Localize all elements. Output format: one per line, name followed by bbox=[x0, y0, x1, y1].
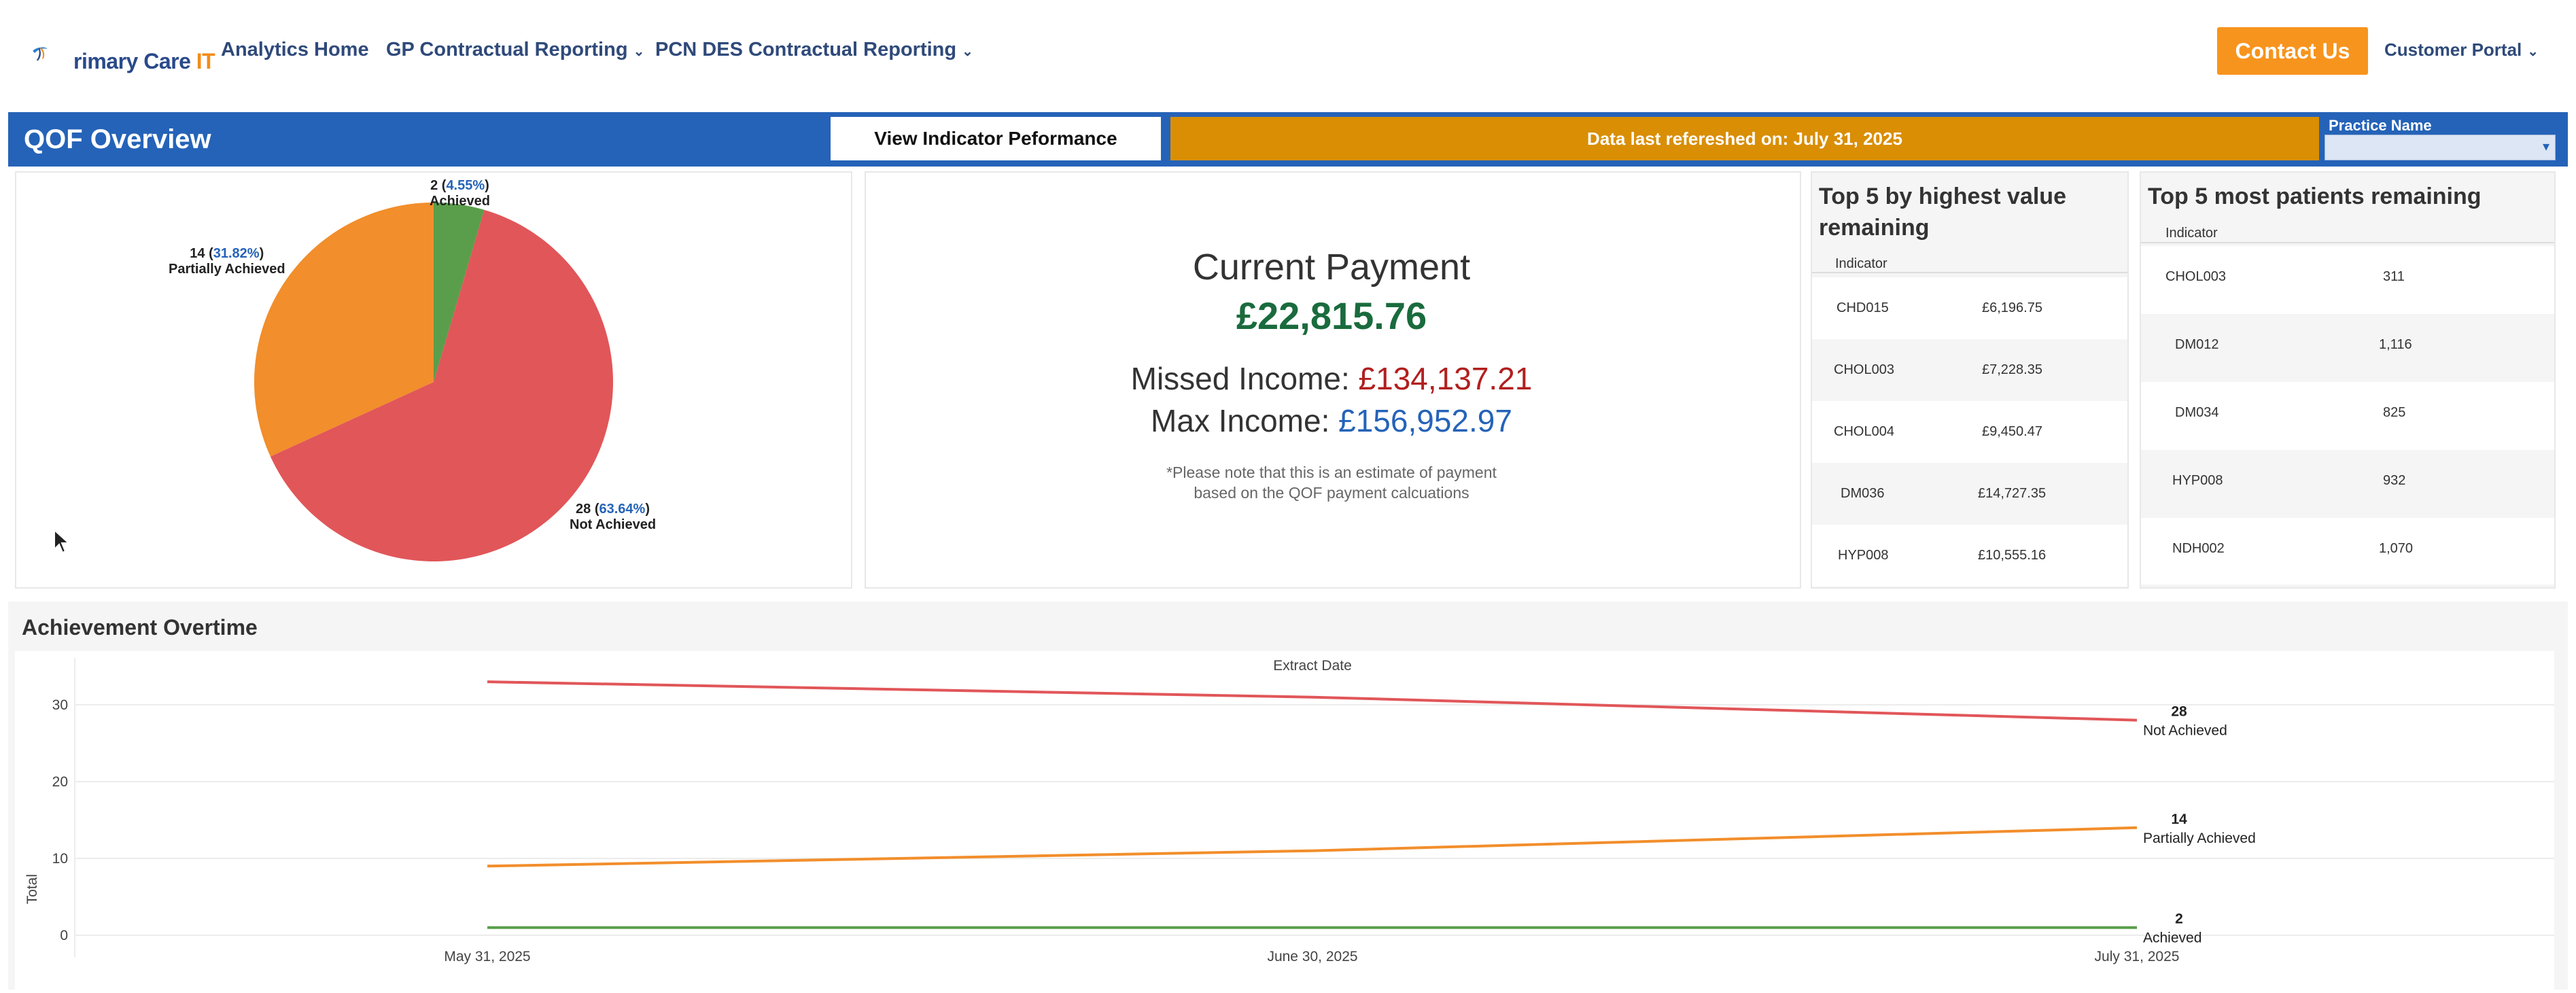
table-row[interactable]: DM034 825 bbox=[2141, 382, 2554, 450]
max-income: Max Income: £156,952.97 bbox=[1151, 403, 1512, 438]
table-row[interactable]: HYP008 932 bbox=[2141, 450, 2554, 518]
series-end-value: 2 bbox=[2175, 911, 2183, 927]
table-row[interactable]: CHOL003 311 bbox=[2141, 246, 2554, 314]
y-tick-label: 0 bbox=[60, 928, 68, 943]
series-end-name: Achieved bbox=[2143, 930, 2201, 946]
y-axis-title: Total bbox=[24, 874, 40, 904]
table-row[interactable]: CHD015 £6,196.75 bbox=[1812, 277, 2127, 339]
payment-note: *Please note that this is an estimate of… bbox=[1166, 464, 1497, 502]
achievement-pie-chart bbox=[254, 203, 614, 561]
series-end-value: 28 bbox=[2171, 704, 2187, 720]
top5-value-title: Top 5 by highest value remaining bbox=[1819, 184, 2066, 241]
achievement-line-chart: Extract Date Total 0 10 20 30 May 31, 2025 Ju… bbox=[24, 658, 2554, 964]
x-axis-title: Extract Date bbox=[1273, 658, 1352, 674]
dropdown-arrow-icon: ▾ bbox=[2542, 139, 2549, 154]
practice-name-label: Practice Name bbox=[2329, 117, 2432, 134]
table-row[interactable]: CHOL004 £9,450.47 bbox=[1812, 401, 2127, 463]
table-header-divider bbox=[1812, 272, 2127, 273]
table-row[interactable]: NDH002 1,070 bbox=[2141, 518, 2554, 585]
customer-portal-menu[interactable]: Customer Portal ⌄ bbox=[2384, 39, 2539, 60]
nav-analytics-home[interactable]: Analytics Home bbox=[221, 39, 369, 61]
nav-gp-contractual-reporting[interactable]: GP Contractual Reporting ⌄ bbox=[386, 39, 644, 61]
x-tick-label: May 31, 2025 bbox=[444, 949, 530, 964]
chevron-down-icon: ⌄ bbox=[633, 44, 645, 59]
nav-pcn-des-contractual-reporting[interactable]: PCN DES Contractual Reporting ⌄ bbox=[655, 39, 973, 61]
y-tick-label: 30 bbox=[52, 697, 68, 713]
practice-name-select[interactable]: ▾ bbox=[2325, 135, 2556, 160]
pie-label-partially-achieved: 14 (31.82%) Partially Achieved bbox=[169, 246, 285, 277]
table-header-divider bbox=[2141, 242, 2554, 243]
chevron-down-icon: ⌄ bbox=[962, 44, 973, 59]
logo-text[interactable]: rimary Care IT bbox=[73, 49, 215, 74]
x-tick-label: June 30, 2025 bbox=[1267, 949, 1357, 964]
table-row[interactable]: CHOL003 £7,228.35 bbox=[1812, 339, 2127, 401]
table-row[interactable]: DM036 £14,727.35 bbox=[1812, 463, 2127, 525]
x-tick-label: July 31, 2025 bbox=[2095, 949, 2180, 964]
table-header-indicator: Indicator bbox=[2165, 226, 2218, 241]
view-indicator-performance-button[interactable]: View Indicator Peformance bbox=[831, 117, 1161, 160]
page-title: QOF Overview bbox=[24, 124, 211, 154]
chevron-down-icon: ⌄ bbox=[2527, 44, 2539, 59]
top-navigation: rimary Care IT Analytics Home GP Contrac… bbox=[0, 0, 2576, 109]
y-tick-label: 10 bbox=[52, 851, 68, 867]
missed-income: Missed Income: £134,137.21 bbox=[1130, 361, 1533, 396]
series-end-name: Not Achieved bbox=[2143, 723, 2227, 739]
achievement-line-chart-area: Extract Date Total 0 10 20 30 May 31, 2025 Ju… bbox=[15, 651, 2554, 990]
current-payment-value: £22,815.76 bbox=[1236, 294, 1427, 337]
top5-value-panel: Top 5 by highest value remaining Indicat… bbox=[1811, 171, 2129, 589]
achievement-overtime-title: Achievement Overtime bbox=[22, 615, 258, 640]
table-header-indicator: Indicator bbox=[1835, 256, 1887, 271]
top5-patients-title: Top 5 most patients remaining bbox=[2148, 184, 2482, 209]
series-end-name: Partially Achieved bbox=[2143, 831, 2256, 846]
y-tick-label: 20 bbox=[52, 774, 68, 790]
series-line-partially-achieved[interactable] bbox=[487, 826, 2138, 868]
pie-label-not-achieved: 28 (63.64%) Not Achieved bbox=[570, 502, 657, 532]
contact-us-button[interactable]: Contact Us bbox=[2217, 27, 2368, 75]
top5-patients-panel: Top 5 most patients remaining Indicator … bbox=[2140, 171, 2556, 589]
pie-label-achieved: 2 (4.55%) Achieved bbox=[430, 178, 490, 209]
data-refresh-banner: Data last refereshed on: July 31, 2025 bbox=[1170, 117, 2319, 160]
table-row[interactable]: HYP008 £10,555.16 bbox=[1812, 525, 2127, 587]
mouse-cursor-icon bbox=[54, 529, 71, 554]
table-row[interactable]: DM012 1,116 bbox=[2141, 314, 2554, 382]
series-line-not-achieved[interactable] bbox=[487, 680, 2138, 722]
series-end-value: 14 bbox=[2171, 812, 2187, 827]
current-payment-title: Current Payment bbox=[1192, 247, 1471, 288]
